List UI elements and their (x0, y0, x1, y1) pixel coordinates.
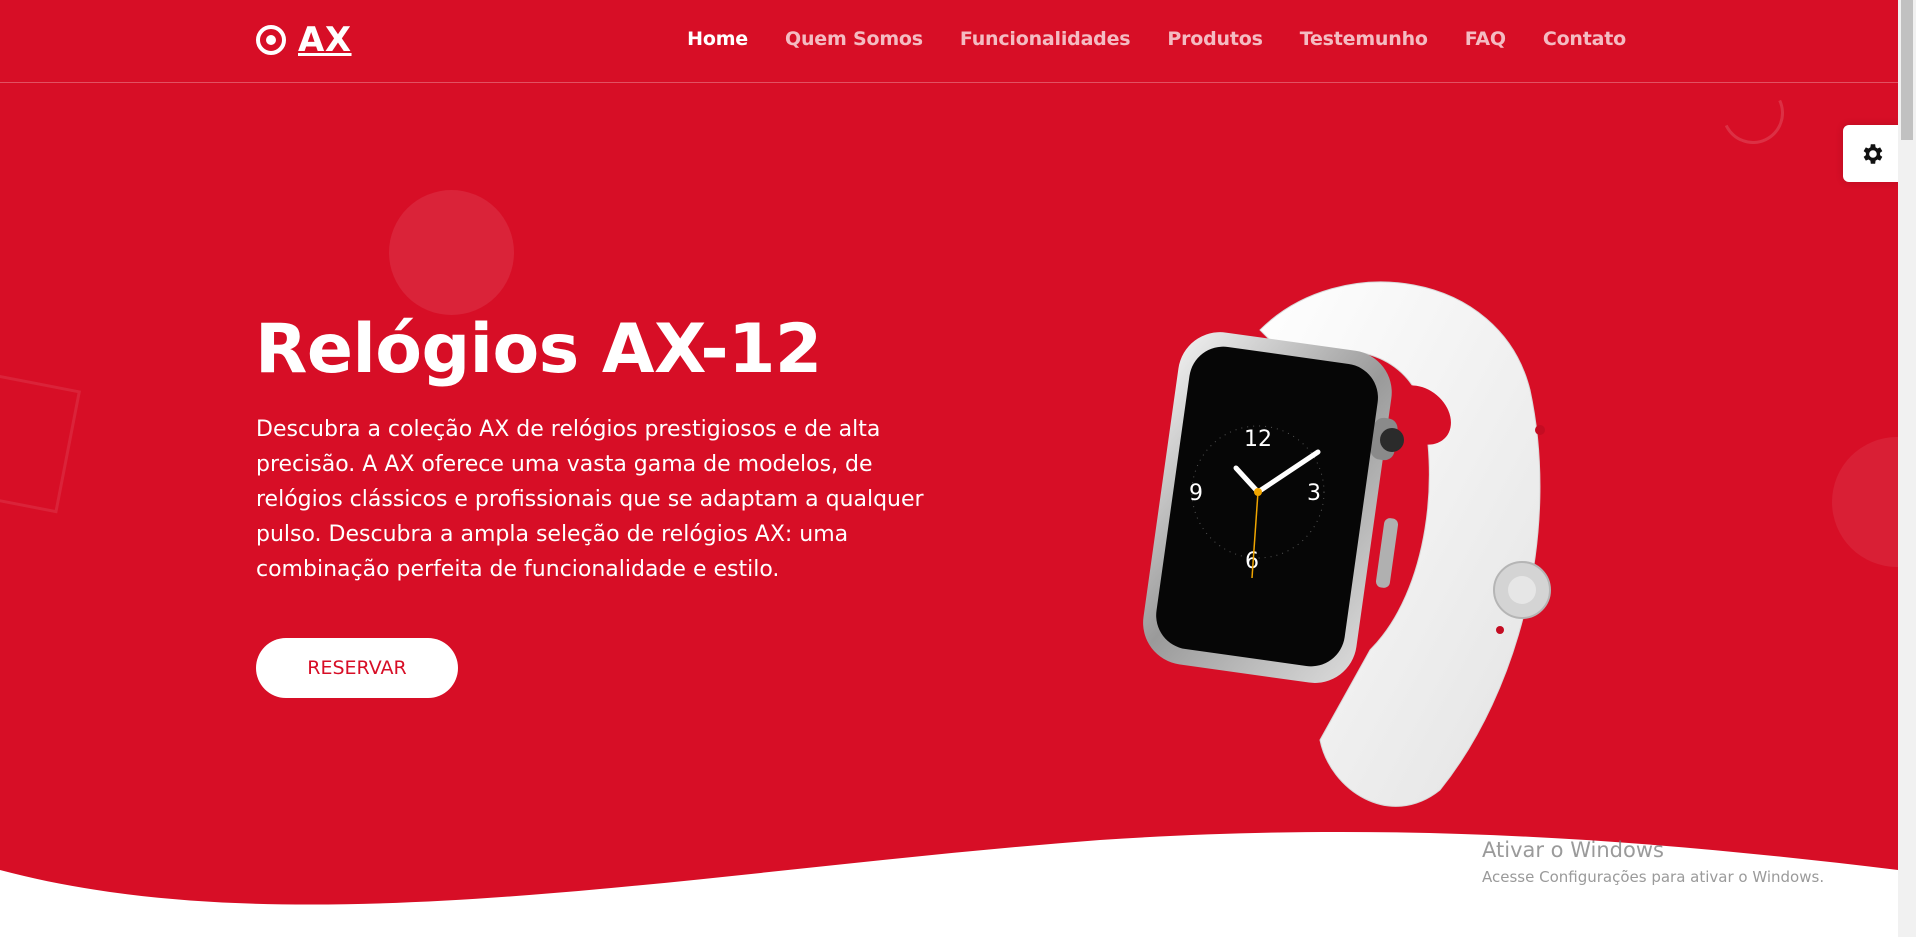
dial-number-9: 9 (1189, 481, 1203, 506)
hero-description: Descubra a coleção AX de relógios presti… (256, 417, 924, 582)
navbar: AX Home Quem Somos Funcionalidades Produ… (0, 0, 1898, 83)
hero-title: Relógios AX-12 (255, 310, 822, 389)
nav-item-testemunho: Testemunho (1300, 28, 1428, 50)
decorative-ring (1713, 73, 1793, 153)
gear-icon (1863, 143, 1882, 164)
logo-text: AX (298, 20, 352, 60)
nav-item-faq: FAQ (1465, 28, 1506, 50)
decorative-circle-right (1832, 437, 1898, 567)
nav-link-testemunho[interactable]: Testemunho (1300, 28, 1428, 50)
watermark-title: Ativar o Windows (1482, 838, 1664, 862)
nav-item-quem-somos: Quem Somos (785, 28, 923, 50)
nav-link-home[interactable]: Home (687, 28, 748, 50)
decorative-circle (389, 190, 514, 315)
dial-number-3: 3 (1307, 481, 1321, 506)
nav-item-funcionalidades: Funcionalidades (960, 28, 1131, 50)
watermark-subtitle: Acesse Configurações para ativar o Windo… (1482, 868, 1825, 886)
nav-link-contato[interactable]: Contato (1543, 28, 1626, 50)
settings-button[interactable] (1843, 125, 1900, 182)
watch-image: 12 3 6 9 (1140, 270, 1640, 810)
nav-link-faq[interactable]: FAQ (1465, 28, 1506, 50)
nav-link-quem-somos[interactable]: Quem Somos (785, 28, 923, 50)
nav-item-produtos: Produtos (1167, 28, 1263, 50)
nav-link-produtos[interactable]: Produtos (1167, 28, 1263, 50)
hero-section: AX Home Quem Somos Funcionalidades Produ… (0, 0, 1898, 937)
page-scrollbar[interactable] (1898, 0, 1916, 937)
decorative-square (0, 371, 82, 514)
logo[interactable]: AX (256, 20, 352, 60)
reservar-button[interactable]: RESERVAR (256, 638, 458, 698)
target-icon (256, 25, 286, 55)
nav-item-contato: Contato (1543, 28, 1626, 50)
dial-number-12: 12 (1244, 427, 1272, 452)
nav-link-funcionalidades[interactable]: Funcionalidades (960, 28, 1131, 50)
nav-item-home: Home (687, 28, 748, 50)
scrollbar-thumb[interactable] (1901, 0, 1913, 140)
windows-activation-watermark: Ativar o Windows Acesse Configurações pa… (1482, 838, 1824, 886)
nav-menu: Home Quem Somos Funcionalidades Produtos… (687, 28, 1626, 50)
